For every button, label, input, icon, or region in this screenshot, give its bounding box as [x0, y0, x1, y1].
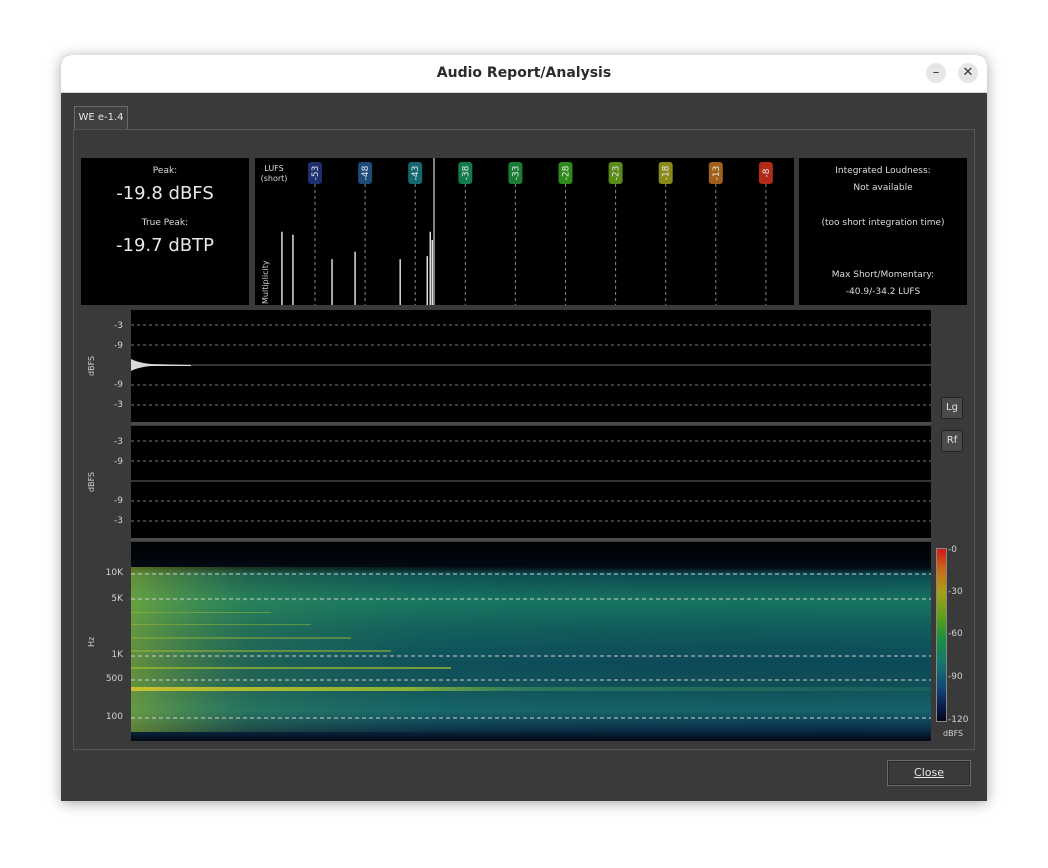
window-title: Audio Report/Analysis — [436, 65, 612, 81]
multiplicity-label: Multiplicity — [261, 260, 270, 304]
rectified-toggle-button[interactable]: Rf — [941, 430, 963, 452]
lufs-marker-label: -33 — [511, 166, 521, 181]
close-icon[interactable]: ✕ — [958, 63, 978, 83]
lufs-marker-label: -43 — [411, 166, 421, 181]
max-value: -40.9/-34.2 LUFS — [845, 287, 921, 297]
freq-tick: 100 — [105, 712, 123, 722]
wave-tick: -3 — [114, 321, 123, 331]
integrated-note: (too short integration time) — [821, 218, 945, 228]
wave-tick: -3 — [114, 400, 123, 410]
lufs-marker-label: -48 — [361, 165, 371, 180]
waveform-y-unit: dBFS — [87, 355, 96, 376]
report-window: Audio Report/Analysis – ✕ WE e-1.4 Peak:… — [61, 55, 987, 801]
true-peak-value: -19.7 dBTP — [116, 235, 214, 256]
colorbar-unit: dBFS — [943, 729, 964, 738]
freq-tick: 500 — [105, 674, 123, 684]
spectrogram-canvas — [131, 542, 931, 741]
integrated-status: Not available — [853, 183, 913, 193]
peak-label: Peak: — [152, 166, 178, 176]
minimize-icon[interactable]: – — [926, 63, 946, 83]
lufs-label: LUFS — [264, 164, 284, 173]
lufs-sub-label: (short) — [260, 174, 288, 183]
integrated-title: Integrated Loudness: — [835, 166, 931, 176]
lufs-marker-label: -8 — [762, 168, 772, 177]
colorbar-tick: -30 — [948, 587, 963, 597]
freq-tick: 5K — [111, 594, 123, 604]
loudness-histogram: -53 -48 -43 -38 -33 -28 -23 -18 -13 -8 LUFS (shor… — [255, 158, 794, 305]
colorbar — [936, 548, 947, 722]
waveform2-panel — [131, 426, 931, 541]
max-label: Max Short/Momentary: — [831, 270, 935, 280]
peak-value: -19.8 dBFS — [116, 183, 214, 204]
peak-panel: Peak: -19.8 dBFS True Peak: -19.7 dBTP — [81, 158, 249, 305]
wave2-tick: -3 — [114, 437, 123, 447]
lufs-marker-label: -13 — [712, 166, 722, 181]
true-peak-label: True Peak: — [141, 218, 189, 228]
waveform-signal — [131, 359, 191, 371]
log-toggle-button[interactable]: Lg — [941, 397, 963, 419]
colorbar-tick: -60 — [948, 629, 963, 639]
colorbar-tick: -90 — [948, 672, 963, 682]
freq-tick: 1K — [111, 650, 123, 660]
waveform-canvas — [131, 324, 931, 406]
wave2-tick: -9 — [114, 457, 123, 467]
waveform2-y-unit: dBFS — [87, 471, 96, 492]
spectrogram-panel — [131, 542, 931, 741]
colorbar-tick: -120 — [948, 715, 969, 725]
tab-content: Peak: -19.8 dBFS True Peak: -19.7 dBTP -… — [73, 129, 975, 750]
tab-we-e-1-4[interactable]: WE e-1.4 — [74, 106, 128, 129]
lufs-marker-label: -53 — [311, 166, 321, 181]
lufs-marker-label: -18 — [662, 165, 672, 180]
lufs-marker-label: -38 — [461, 165, 471, 180]
colorbar-tick: -0 — [948, 545, 957, 555]
waveform2-canvas — [131, 440, 931, 522]
lufs-axis-label: LUFS (short) — [259, 164, 289, 184]
spectrogram-y-unit: Hz — [87, 636, 96, 647]
close-button-label: Close — [914, 766, 944, 779]
waveform-panel — [131, 310, 931, 425]
integrated-panel: Integrated Loudness: Not available (too … — [799, 158, 967, 305]
histogram-canvas: -53 -48 -43 -38 -33 -28 -23 -18 -13 -8 — [281, 158, 773, 305]
wave2-tick: -9 — [114, 496, 123, 506]
wave-tick: -9 — [114, 380, 123, 390]
freq-tick: 10K — [105, 568, 123, 578]
title-bar: Audio Report/Analysis – ✕ — [61, 55, 987, 93]
wave2-tick: -3 — [114, 516, 123, 526]
close-button[interactable]: Close — [887, 760, 971, 786]
lufs-marker-label: -23 — [612, 166, 622, 181]
lufs-marker-label: -28 — [562, 165, 572, 180]
wave-tick: -9 — [114, 341, 123, 351]
